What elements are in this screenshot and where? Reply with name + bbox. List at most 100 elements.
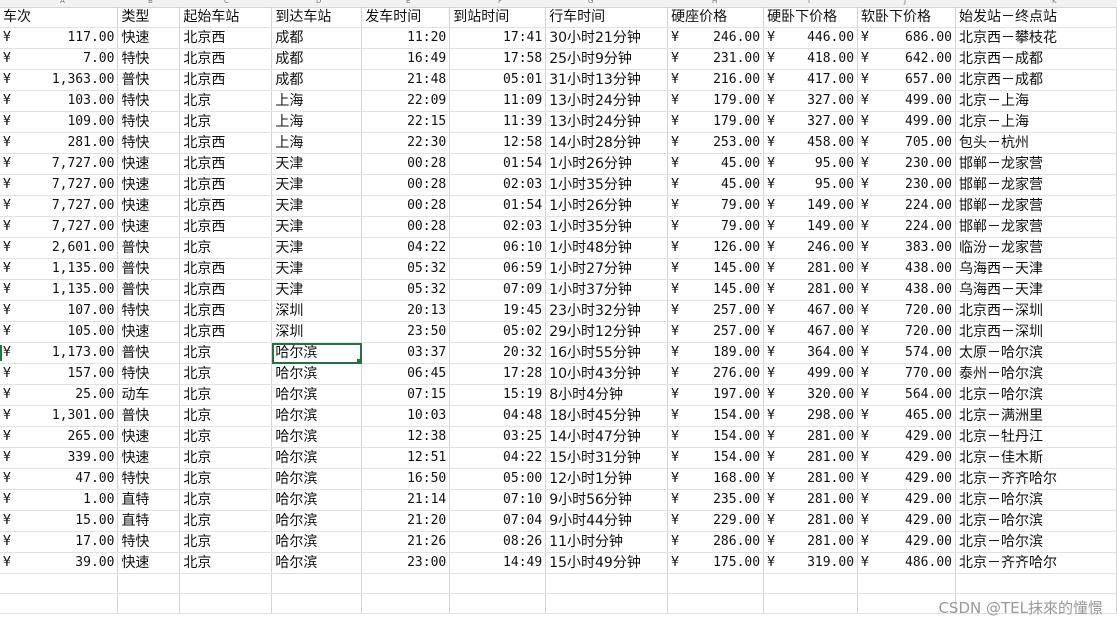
cell[interactable]: ¥157.00 <box>0 363 119 385</box>
cell[interactable]: ¥319.00 <box>763 552 859 574</box>
cell[interactable]: 00:28 <box>361 195 451 217</box>
cell[interactable]: ¥109.00 <box>0 111 119 133</box>
cell[interactable]: 16:50 <box>361 468 451 490</box>
cell[interactable]: ¥15.00 <box>0 510 119 532</box>
cell[interactable]: ¥467.00 <box>763 321 859 343</box>
cell[interactable]: 05:02 <box>449 321 547 343</box>
cell[interactable]: ¥281.00 <box>763 489 859 511</box>
cell[interactable]: ¥229.00 <box>667 510 765 532</box>
cell[interactable]: 北京 <box>179 510 273 532</box>
empty-cell[interactable] <box>117 573 181 594</box>
cell[interactable]: 00:28 <box>361 216 451 238</box>
cell[interactable]: ¥265.00 <box>0 426 119 448</box>
cell[interactable]: 普快 <box>117 405 181 427</box>
cell[interactable]: 23:50 <box>361 321 451 343</box>
cell[interactable]: ¥257.00 <box>667 300 765 322</box>
cell[interactable]: 05:00 <box>449 468 547 490</box>
cell[interactable]: 北京－哈尔滨 <box>955 384 1117 406</box>
cell[interactable]: 07:15 <box>361 384 451 406</box>
cell[interactable]: 北京西－成都 <box>955 69 1117 91</box>
cell[interactable]: 17:58 <box>449 48 547 70</box>
cell[interactable]: ¥95.00 <box>763 153 859 175</box>
cell[interactable]: 北京西 <box>179 27 273 49</box>
empty-cell[interactable] <box>763 573 859 594</box>
cell[interactable]: ¥465.00 <box>857 405 956 427</box>
cell[interactable]: 快速 <box>117 552 181 574</box>
cell[interactable]: 21:26 <box>361 531 451 553</box>
cell[interactable]: 17:28 <box>449 363 547 385</box>
cell[interactable]: 哈尔滨 <box>271 510 363 532</box>
cell[interactable]: ¥339.00 <box>0 447 119 469</box>
cell[interactable]: 北京－牡丹江 <box>955 426 1117 448</box>
cell[interactable]: 乌海西－天津 <box>955 258 1117 280</box>
cell[interactable]: ¥107.00 <box>0 300 119 322</box>
cell[interactable]: 31小时13分钟 <box>545 69 669 91</box>
cell[interactable]: 14小时47分钟 <box>545 426 669 448</box>
cell[interactable]: ¥230.00 <box>857 174 956 196</box>
cell[interactable]: ¥383.00 <box>857 237 956 259</box>
cell[interactable]: 北京 <box>179 552 273 574</box>
column-letter-j[interactable]: J <box>904 0 906 6</box>
cell[interactable]: 07:04 <box>449 510 547 532</box>
cell[interactable]: 北京－齐齐哈尔 <box>955 468 1117 490</box>
cell[interactable]: ¥574.00 <box>857 342 956 364</box>
cell[interactable]: 20:13 <box>361 300 451 322</box>
cell[interactable]: 邯郸－龙家营 <box>955 216 1117 238</box>
cell[interactable]: 太原－哈尔滨 <box>955 342 1117 364</box>
cell[interactable]: ¥7,727.00 <box>0 216 119 238</box>
cell[interactable]: ¥642.00 <box>857 48 956 70</box>
cell[interactable]: 北京－满洲里 <box>955 405 1117 427</box>
cell[interactable]: 北京西－深圳 <box>955 300 1117 322</box>
cell[interactable]: 14:49 <box>449 552 547 574</box>
cell[interactable]: ¥154.00 <box>667 426 765 448</box>
cell[interactable]: 北京 <box>179 111 273 133</box>
column-letter-e[interactable]: E <box>406 0 410 6</box>
cell[interactable]: 快速 <box>117 174 181 196</box>
cell[interactable]: ¥286.00 <box>667 531 765 553</box>
cell[interactable]: ¥281.00 <box>763 468 859 490</box>
cell[interactable]: 北京－齐齐哈尔 <box>955 552 1117 574</box>
cell[interactable]: ¥17.00 <box>0 531 119 553</box>
cell[interactable]: 9小时44分钟 <box>545 510 669 532</box>
cell[interactable]: ¥2,601.00 <box>0 237 119 259</box>
cell[interactable]: 上海 <box>271 132 363 154</box>
cell[interactable]: 北京－上海 <box>955 90 1117 112</box>
cell[interactable]: 11小时分钟 <box>545 531 669 553</box>
cell[interactable]: 05:32 <box>361 279 451 301</box>
column-header[interactable]: 始发站－终点站 <box>955 7 1117 28</box>
cell[interactable]: 快速 <box>117 447 181 469</box>
cell[interactable]: ¥39.00 <box>0 552 119 574</box>
empty-cell[interactable] <box>0 593 119 614</box>
cell[interactable]: ¥45.00 <box>667 153 765 175</box>
cell[interactable]: ¥429.00 <box>857 510 956 532</box>
cell[interactable]: 1小时37分钟 <box>545 279 669 301</box>
cell[interactable]: 1小时35分钟 <box>545 174 669 196</box>
cell[interactable]: ¥298.00 <box>763 405 859 427</box>
cell[interactable]: ¥79.00 <box>667 216 765 238</box>
cell[interactable]: 北京西－成都 <box>955 48 1117 70</box>
cell[interactable]: 30小时21分钟 <box>545 27 669 49</box>
cell[interactable]: 02:03 <box>449 174 547 196</box>
cell[interactable]: 16:49 <box>361 48 451 70</box>
cell[interactable]: ¥770.00 <box>857 363 956 385</box>
cell[interactable]: 北京－哈尔滨 <box>955 510 1117 532</box>
cell[interactable]: ¥657.00 <box>857 69 956 91</box>
cell[interactable]: 16小时55分钟 <box>545 342 669 364</box>
cell[interactable]: 北京西－深圳 <box>955 321 1117 343</box>
cell[interactable]: 北京西－攀枝花 <box>955 27 1117 49</box>
cell[interactable]: 上海 <box>271 111 363 133</box>
column-letter-h[interactable]: H <box>712 0 717 6</box>
cell[interactable]: 天津 <box>271 195 363 217</box>
cell[interactable]: 15:19 <box>449 384 547 406</box>
cell[interactable]: ¥446.00 <box>763 27 859 49</box>
cell[interactable]: 北京西 <box>179 69 273 91</box>
cell[interactable]: ¥1,135.00 <box>0 279 119 301</box>
cell[interactable]: 北京 <box>179 363 273 385</box>
cell[interactable]: ¥95.00 <box>763 174 859 196</box>
cell[interactable]: 04:48 <box>449 405 547 427</box>
empty-cell[interactable] <box>449 593 547 614</box>
column-letter-f[interactable]: F <box>498 0 502 6</box>
cell[interactable]: 北京 <box>179 342 273 364</box>
cell[interactable]: ¥499.00 <box>763 363 859 385</box>
cell[interactable]: 哈尔滨 <box>271 468 363 490</box>
